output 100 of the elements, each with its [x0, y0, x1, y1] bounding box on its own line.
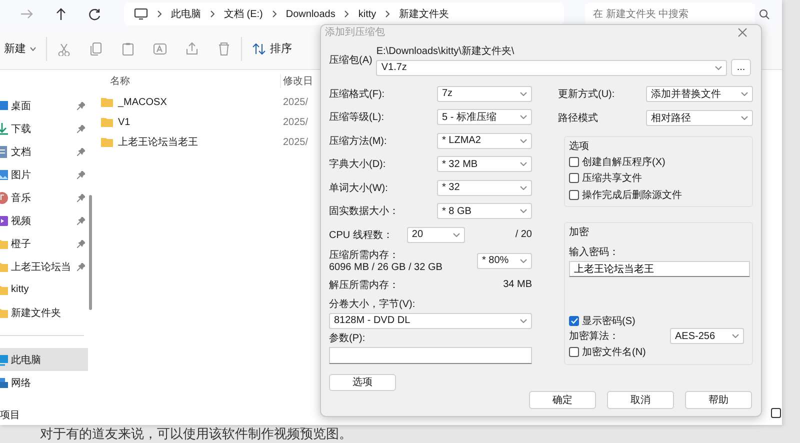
folder-icon [101, 116, 115, 128]
checkbox-label: 加密文件名(N) [582, 346, 646, 360]
dropdown[interactable]: * 8 GB [437, 203, 532, 220]
sidebar-item[interactable]: 文档 [0, 140, 88, 163]
column-header[interactable]: 名称 [101, 74, 281, 88]
article-text: 对于有的道友来说，可以使用该软件制作视频预览图。 [39, 425, 353, 443]
chevron-down-icon [741, 92, 748, 96]
breadcrumb-item[interactable]: kitty [358, 8, 376, 20]
sidebar-item[interactable]: 新建文件夹 [0, 301, 88, 324]
field-label: 更新方式(U): [558, 88, 615, 101]
group-title: 加密 [569, 226, 590, 239]
sidebar-item[interactable]: 音乐 [0, 186, 88, 209]
dropdown[interactable]: * 80% [477, 252, 532, 268]
rename-icon[interactable] [153, 42, 167, 56]
dialog-title: 添加到压缩包 [325, 26, 385, 39]
dropdown[interactable]: AES-256 [670, 328, 744, 344]
search-icon [759, 8, 770, 20]
address-bar[interactable]: 此电脑 文档 (E:) Downloads kitty 新建文件夹 [124, 3, 564, 25]
archive-path: E:\Downloads\kitty\新建文件夹\ [376, 44, 516, 58]
field-label: 压缩所需内存： [329, 248, 400, 262]
checkbox[interactable] [569, 316, 579, 326]
sidebar-item[interactable]: 桌面 [0, 94, 88, 117]
chevron-down-icon [520, 209, 527, 214]
chevron-down-icon [520, 115, 527, 120]
forward-icon[interactable] [20, 8, 34, 20]
column-header[interactable]: 修改日 [281, 74, 313, 88]
up-arrow-icon[interactable] [55, 7, 67, 21]
caret-icon [30, 46, 36, 50]
thread-total: / 20 [515, 229, 532, 240]
new-button[interactable]: 新建 [4, 41, 36, 56]
dropdown[interactable]: 20 [406, 226, 465, 243]
share-icon[interactable] [185, 42, 199, 56]
breadcrumb-item[interactable]: 文档 (E:) [224, 7, 263, 21]
folder-icon [101, 96, 115, 108]
window-icon[interactable] [771, 408, 781, 418]
chevron-right-icon [272, 10, 277, 18]
field-label: 输入密码： [569, 246, 620, 259]
sidebar-item[interactable]: 此电脑 [0, 348, 88, 371]
scrollbar[interactable] [89, 195, 92, 310]
field-label: 分卷大小，字节(V): [329, 298, 416, 310]
parameters-field[interactable] [329, 346, 532, 364]
sidebar-item[interactable]: 下载 [0, 117, 88, 140]
breadcrumb-item[interactable]: 新建文件夹 [399, 7, 450, 21]
field-label: 加密算法： [569, 330, 619, 344]
sidebar-item[interactable]: 网络 [0, 371, 88, 394]
checkmark-icon [570, 318, 578, 324]
sort-button[interactable]: 排序 [252, 41, 292, 56]
dropdown[interactable]: 8128M - DVD DL [329, 312, 532, 328]
memory-usage: 6096 MB / 26 GB / 32 GB [329, 262, 442, 273]
search-field[interactable]: 在 新建文件夹 中搜索 [585, 3, 755, 25]
dialog-button[interactable]: 确定 [529, 390, 596, 408]
trash-icon[interactable] [217, 42, 231, 56]
checkbox[interactable] [569, 347, 579, 358]
close-icon[interactable] [738, 28, 747, 36]
field-label: CPU 线程数： [329, 228, 393, 242]
dialog-button[interactable]: 帮助 [685, 390, 752, 408]
refresh-icon[interactable] [88, 8, 101, 20]
field-label: 单词大小(W): [329, 182, 388, 195]
breadcrumb-item[interactable]: 此电脑 [171, 7, 201, 21]
dropdown[interactable]: 相对路径 [646, 110, 753, 126]
sidebar-item[interactable]: 视频 [0, 209, 88, 232]
sidebar-item[interactable]: kitty [0, 278, 88, 301]
dropdown[interactable]: 添加并替换文件 [646, 86, 753, 102]
checkbox[interactable] [569, 173, 579, 184]
chevron-down-icon [520, 258, 527, 262]
sidebar-item[interactable]: 图片 [0, 163, 88, 186]
dropdown[interactable]: 5 - 标准压缩 [437, 109, 532, 126]
breadcrumb-item[interactable]: Downloads [286, 8, 336, 20]
status-text: 项目 [0, 409, 20, 423]
dropdown[interactable]: V1.7z [376, 60, 727, 76]
sidebar-item[interactable]: 上老王论坛当 [0, 255, 88, 278]
file-item[interactable]: V1 [101, 116, 283, 128]
browse-button[interactable]: ... [731, 59, 751, 76]
dropdown[interactable]: * 32 [437, 180, 532, 196]
file-date: 2025/ [283, 116, 308, 128]
checkbox[interactable] [569, 190, 579, 200]
dropdown[interactable]: 7z [437, 86, 532, 102]
chevron-right-icon [344, 10, 350, 18]
file-item[interactable]: 上老王论坛当老王 [101, 135, 283, 149]
file-date: 2025/ [283, 96, 308, 108]
chevron-down-icon [520, 318, 527, 322]
checkbox-label: 创建自解压程序(X) [582, 156, 666, 170]
checkbox[interactable] [569, 157, 579, 168]
clipboard-icon[interactable] [121, 42, 135, 56]
dropdown[interactable]: * 32 MB [437, 156, 532, 172]
scissors-icon[interactable] [57, 42, 71, 56]
chevron-right-icon [157, 10, 162, 18]
options-button[interactable]: 选项 [329, 374, 396, 390]
chevron-down-icon [520, 138, 527, 143]
dropdown[interactable]: * LZMA2 [437, 132, 532, 149]
chevron-down-icon [741, 116, 748, 120]
sidebar-item[interactable]: 橙子 [0, 232, 88, 255]
file-item[interactable]: _MACOSX [101, 96, 283, 108]
password-field[interactable]: 上老王论坛当老王 [569, 261, 750, 277]
group-title: 选项 [569, 140, 590, 153]
sort-arrows-icon [252, 42, 266, 54]
field-label: 固实数据大小： [329, 204, 399, 218]
dialog-button[interactable]: 取消 [607, 390, 674, 408]
copy-icon[interactable] [89, 42, 103, 56]
field-label: 压缩包(A) [329, 54, 372, 67]
